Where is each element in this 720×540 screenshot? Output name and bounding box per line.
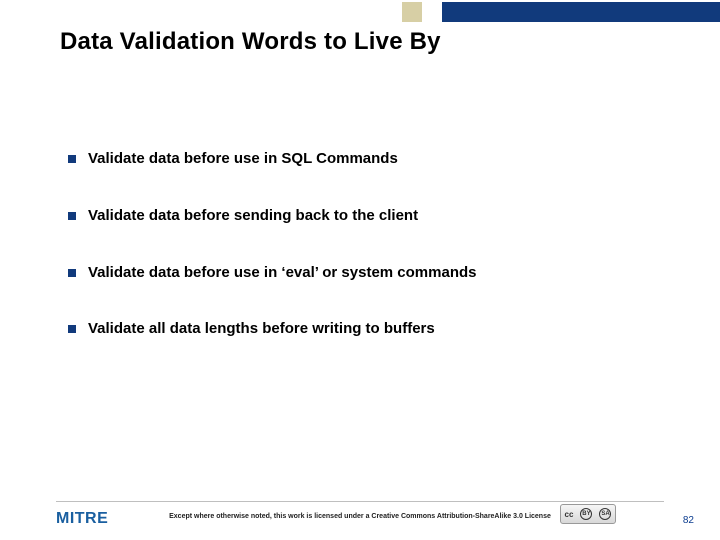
bullet-icon bbox=[68, 155, 76, 163]
bullet-icon bbox=[68, 212, 76, 220]
bullet-text: Validate data before use in SQL Commands bbox=[88, 150, 398, 169]
page-number: 82 bbox=[683, 515, 694, 526]
bullet-text: Validate all data lengths before writing… bbox=[88, 320, 435, 339]
cc-label: cc bbox=[565, 510, 574, 519]
bullet-text: Validate data before sending back to the… bbox=[88, 207, 418, 226]
bullet-item: Validate data before use in ‘eval’ or sy… bbox=[68, 264, 680, 283]
accent-square-white bbox=[422, 2, 442, 22]
creative-commons-badge-icon: cc BY SA bbox=[560, 504, 616, 524]
slide-title: Data Validation Words to Live By bbox=[60, 28, 441, 56]
footer-divider bbox=[56, 501, 664, 502]
cc-by-icon: BY bbox=[580, 508, 592, 520]
accent-square-beige bbox=[402, 2, 422, 22]
bullet-list: Validate data before use in SQL Commands… bbox=[68, 150, 680, 377]
bullet-icon bbox=[68, 269, 76, 277]
bullet-item: Validate data before sending back to the… bbox=[68, 207, 680, 226]
bullet-item: Validate data before use in SQL Commands bbox=[68, 150, 680, 169]
cc-sa-icon: SA bbox=[599, 508, 611, 520]
bullet-item: Validate all data lengths before writing… bbox=[68, 320, 680, 339]
bullet-text: Validate data before use in ‘eval’ or sy… bbox=[88, 264, 477, 283]
header-accent-bar bbox=[442, 2, 720, 22]
bullet-icon bbox=[68, 325, 76, 333]
